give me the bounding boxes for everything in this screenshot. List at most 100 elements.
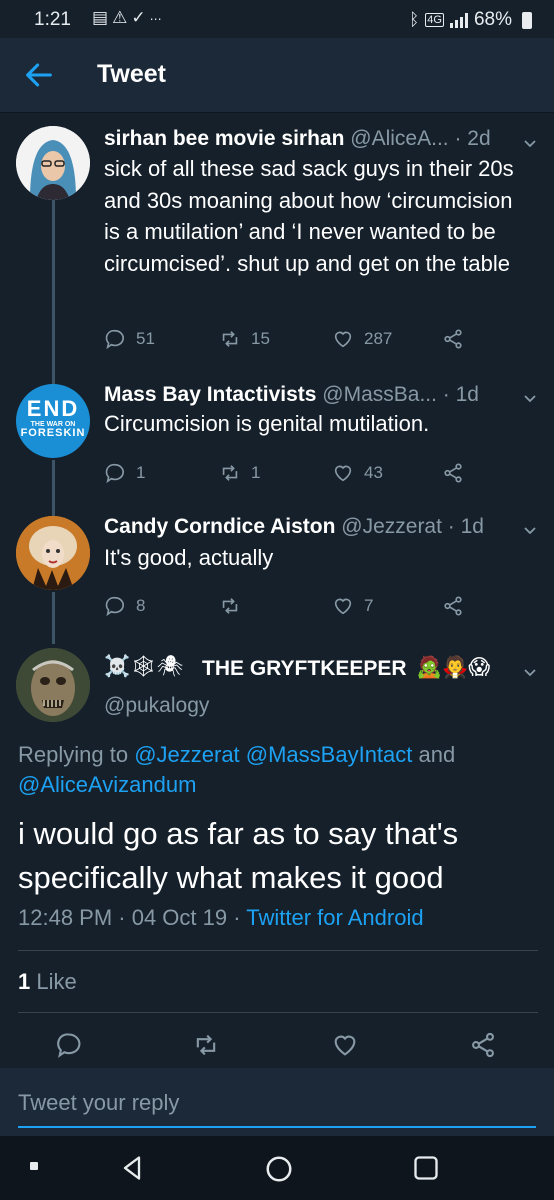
share-icon [444, 596, 462, 616]
tweet-text: It's good, actually [104, 545, 274, 570]
check-download-icon: ✓ [131, 8, 150, 27]
heart-icon[interactable] [331, 1031, 359, 1059]
tweet-meta: 12:48 PM · 04 Oct 19 · Twitter for Andro… [18, 905, 424, 931]
back-arrow-icon[interactable] [22, 58, 56, 92]
tweet-text: Circumcision is genital mutilation. [104, 411, 430, 436]
nav-recents-icon[interactable] [412, 1154, 440, 1182]
thread-line [52, 460, 55, 516]
reply-count: 8 [136, 596, 146, 615]
divider [18, 950, 538, 951]
avatar-logo: END THE WAR ON FORESKIN [16, 384, 90, 439]
like-button[interactable]: 287 [332, 328, 392, 350]
page-title: Tweet [97, 60, 166, 88]
share-button[interactable] [442, 462, 464, 484]
battery-icon [522, 11, 532, 29]
tweet-text: sick of all these sad sack guys in their… [104, 156, 514, 276]
like-count: 7 [364, 596, 374, 615]
tweet-header: Mass Bay Intactivists @MassBa... · 1d [104, 383, 479, 407]
reply-icon[interactable] [55, 1031, 83, 1059]
avatar[interactable] [16, 126, 90, 200]
tweet-source[interactable]: Twitter for Android [246, 905, 423, 930]
reply-count: 51 [136, 329, 155, 348]
chevron-down-icon[interactable] [522, 522, 538, 538]
handle[interactable]: @pukalogy [104, 694, 209, 718]
keyboard-icon: ▤ [92, 8, 113, 27]
like-button[interactable]: 7 [332, 595, 373, 617]
network-type: 4G [425, 13, 444, 27]
reply-input[interactable]: Tweet your reply [18, 1090, 179, 1116]
status-right-icons: ᛒ 4G 68% [409, 9, 532, 31]
status-left-icons: ▤⚠✓⋯ [92, 8, 166, 28]
avatar-logo-line: FORESKIN [20, 427, 86, 439]
chevron-down-icon[interactable] [522, 390, 538, 406]
battery-percent: 68% [473, 9, 512, 30]
thread-line [52, 592, 55, 644]
status-bar: 1:21 ▤⚠✓⋯ ᛒ 4G 68% [0, 0, 554, 38]
reply-input-underline [18, 1126, 536, 1128]
retweet-count: 15 [251, 329, 270, 348]
display-name[interactable]: Candy Corndice Aiston [104, 515, 335, 538]
reply-composer[interactable]: Tweet your reply [0, 1068, 554, 1136]
warning-icon: ⚠ [112, 8, 132, 27]
replying-to-users[interactable]: @Jezzerat @MassBayIntact [134, 742, 412, 767]
signal-icon [449, 12, 468, 28]
retweet-icon [222, 598, 238, 614]
retweet-icon [222, 465, 238, 481]
retweet-icon [222, 331, 238, 347]
share-icon[interactable] [469, 1031, 497, 1059]
avatar-image [16, 516, 90, 590]
reply-button[interactable]: 51 [104, 328, 155, 350]
retweet-button[interactable]: 1 [219, 462, 260, 484]
display-name[interactable]: Mass Bay Intactivists [104, 383, 316, 406]
chevron-down-icon[interactable] [522, 664, 538, 680]
retweet-button[interactable] [219, 595, 251, 617]
display-name[interactable]: THE GRYFTKEEPER [202, 657, 407, 681]
thread-line [52, 200, 55, 386]
reply-button[interactable]: 8 [104, 595, 145, 617]
share-button[interactable] [442, 328, 464, 350]
tweet-actions: 8 7 [104, 595, 484, 623]
more-icon: ⋯ [149, 12, 166, 26]
chevron-down-icon[interactable] [522, 135, 538, 151]
reply-count: 1 [136, 463, 146, 482]
display-name[interactable]: sirhan bee movie sirhan [104, 127, 344, 150]
like-button[interactable]: 43 [332, 462, 383, 484]
reply-icon [105, 463, 124, 484]
share-icon [444, 329, 462, 349]
retweet-button[interactable]: 15 [219, 328, 270, 350]
retweet-icon[interactable] [192, 1031, 220, 1059]
share-icon [444, 463, 462, 483]
tweet-actions: 51 15 287 [104, 328, 484, 356]
avatar-logo-line: END [26, 396, 80, 421]
reply-icon [105, 596, 124, 617]
avatar[interactable]: END THE WAR ON FORESKIN [16, 384, 90, 458]
nav-dot-icon[interactable] [30, 1162, 38, 1170]
bluetooth-icon: ᛒ [409, 10, 420, 29]
replying-to-and: and [412, 742, 456, 767]
avatar[interactable] [16, 648, 90, 722]
status-time: 1:21 [34, 9, 71, 30]
nav-back-icon[interactable] [118, 1154, 146, 1182]
handle[interactable]: @Jezzerat · 1d [341, 515, 484, 538]
nav-home-icon[interactable] [264, 1154, 294, 1184]
name-emoji-prefix: ☠️🕸🕷 [104, 655, 184, 678]
like-label: Like [30, 969, 77, 994]
like-count: 287 [364, 329, 393, 348]
retweet-count: 1 [251, 463, 261, 482]
heart-icon [334, 331, 352, 348]
replying-to-label: Replying to [18, 742, 135, 767]
handle[interactable]: @AliceA... · 2d [350, 127, 490, 150]
tweet-header: Candy Corndice Aiston @Jezzerat · 1d [104, 515, 484, 539]
avatar[interactable] [16, 516, 90, 590]
replying-to-user-last[interactable]: @AliceAvizandum [18, 772, 196, 797]
share-button[interactable] [442, 595, 464, 617]
timestamp: 12:48 PM · 04 Oct 19 · [18, 905, 247, 930]
reply-icon [105, 329, 124, 350]
heart-icon [334, 598, 352, 615]
likes-summary[interactable]: 1 Like [18, 969, 77, 995]
tweet-actions: 1 1 43 [104, 462, 484, 490]
app-header: Tweet [0, 38, 554, 113]
tweet-header: sirhan bee movie sirhan @AliceA... · 2d [104, 127, 491, 151]
reply-button[interactable]: 1 [104, 462, 145, 484]
handle[interactable]: @MassBa... · 1d [322, 383, 479, 406]
